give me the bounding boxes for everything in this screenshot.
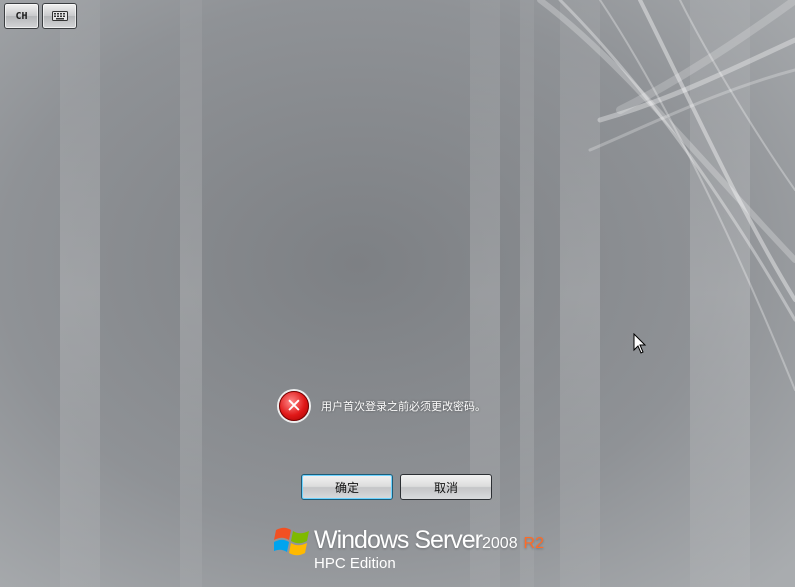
ok-button-label: 确定 — [334, 480, 359, 495]
windows-server-branding: Windows Server2008 R2 HPC Edition — [274, 523, 544, 573]
product-name-text: Windows Server — [314, 526, 483, 554]
product-edition: HPC Edition — [314, 555, 396, 572]
windows-flag-icon — [274, 527, 309, 556]
language-label: CH — [15, 10, 28, 22]
background-wallpaper — [0, 0, 795, 587]
product-name: Windows Server2008 R2 — [314, 526, 544, 555]
message-text: 用户首次登录之前必须更改密码。 — [321, 400, 486, 413]
error-icon: ✕ — [279, 391, 309, 421]
on-screen-keyboard-button[interactable] — [42, 3, 77, 29]
mouse-cursor-icon — [633, 333, 647, 354]
cancel-button-label: 取消 — [433, 480, 458, 495]
product-version: 2008 — [482, 535, 518, 552]
product-release: R2 — [523, 535, 544, 552]
ok-button[interactable]: 确定 — [301, 474, 393, 500]
cancel-button[interactable]: 取消 — [400, 474, 492, 500]
on-screen-keyboard-icon — [51, 11, 68, 21]
language-button[interactable]: CH — [4, 3, 39, 29]
message-row: ✕ 用户首次登录之前必须更改密码。 — [279, 390, 486, 422]
